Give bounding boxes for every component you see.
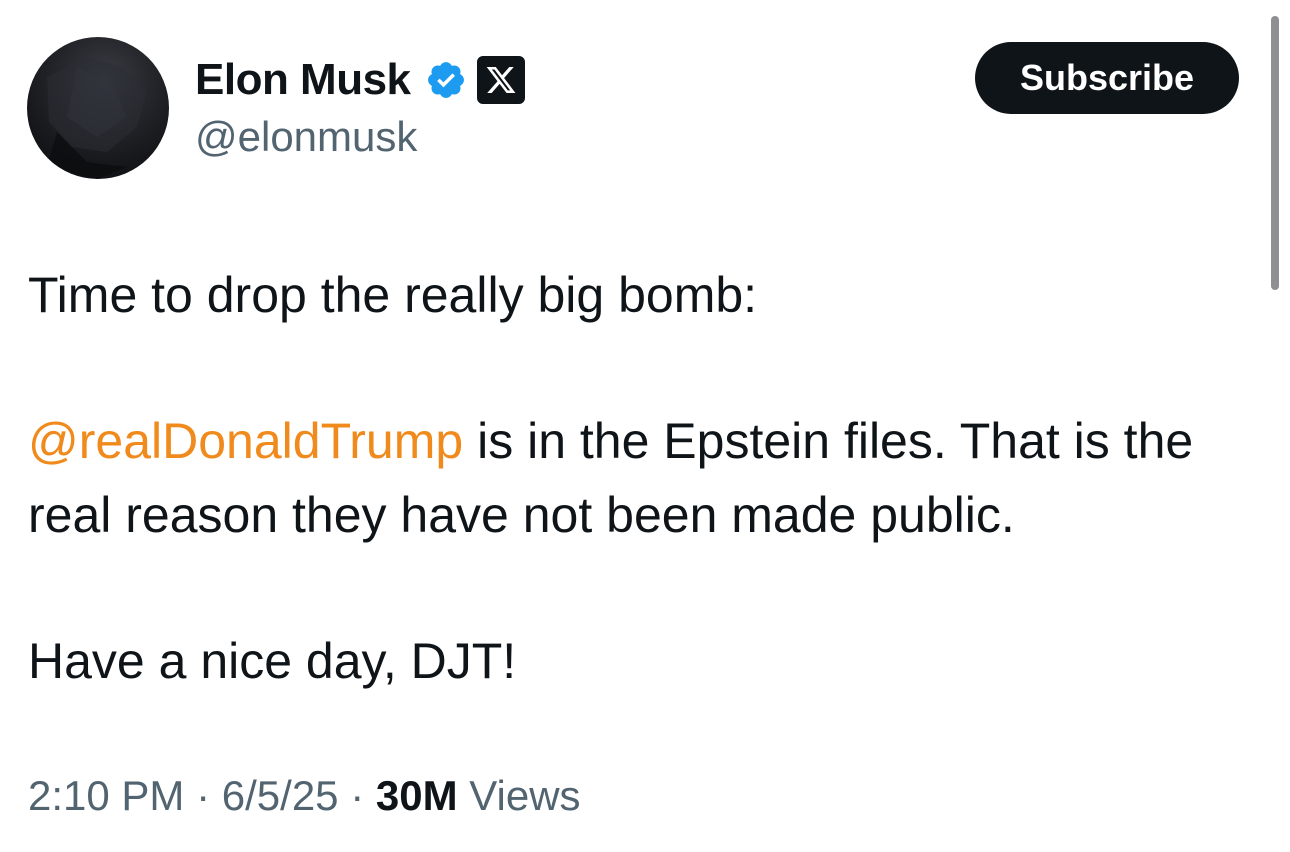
x-logo-icon[interactable] xyxy=(476,56,525,104)
x-logo-glyph xyxy=(486,67,515,93)
author-name-row: Elon Musk xyxy=(195,52,525,108)
avatar-image xyxy=(47,57,147,179)
scrollbar-thumb[interactable] xyxy=(1271,16,1279,290)
meta-separator: · xyxy=(350,772,365,819)
views-count[interactable]: 30M xyxy=(376,772,458,819)
author-handle[interactable]: @elonmusk xyxy=(195,113,417,161)
meta-separator: · xyxy=(196,772,211,819)
avatar[interactable] xyxy=(27,37,169,179)
tweet-line-3: Have a nice day, DJT! xyxy=(28,633,517,689)
author-display-name[interactable]: Elon Musk xyxy=(195,55,411,105)
tweet-date[interactable]: 6/5/25 xyxy=(222,772,339,819)
tweet-line-1: Time to drop the really big bomb: xyxy=(28,267,758,323)
tweet-meta: 2:10 PM · 6/5/25 · 30M Views xyxy=(28,772,581,820)
mention-link[interactable]: @realDonaldTrump xyxy=(28,413,463,469)
tweet-text: Time to drop the really big bomb: @realD… xyxy=(28,258,1228,698)
tweet-time[interactable]: 2:10 PM xyxy=(28,772,184,819)
tweet-line-2: @realDonaldTrump is in the Epstein files… xyxy=(28,404,1228,552)
verified-badge-icon[interactable] xyxy=(425,59,467,101)
views-label: Views xyxy=(469,772,581,819)
subscribe-button[interactable]: Subscribe xyxy=(975,42,1239,114)
